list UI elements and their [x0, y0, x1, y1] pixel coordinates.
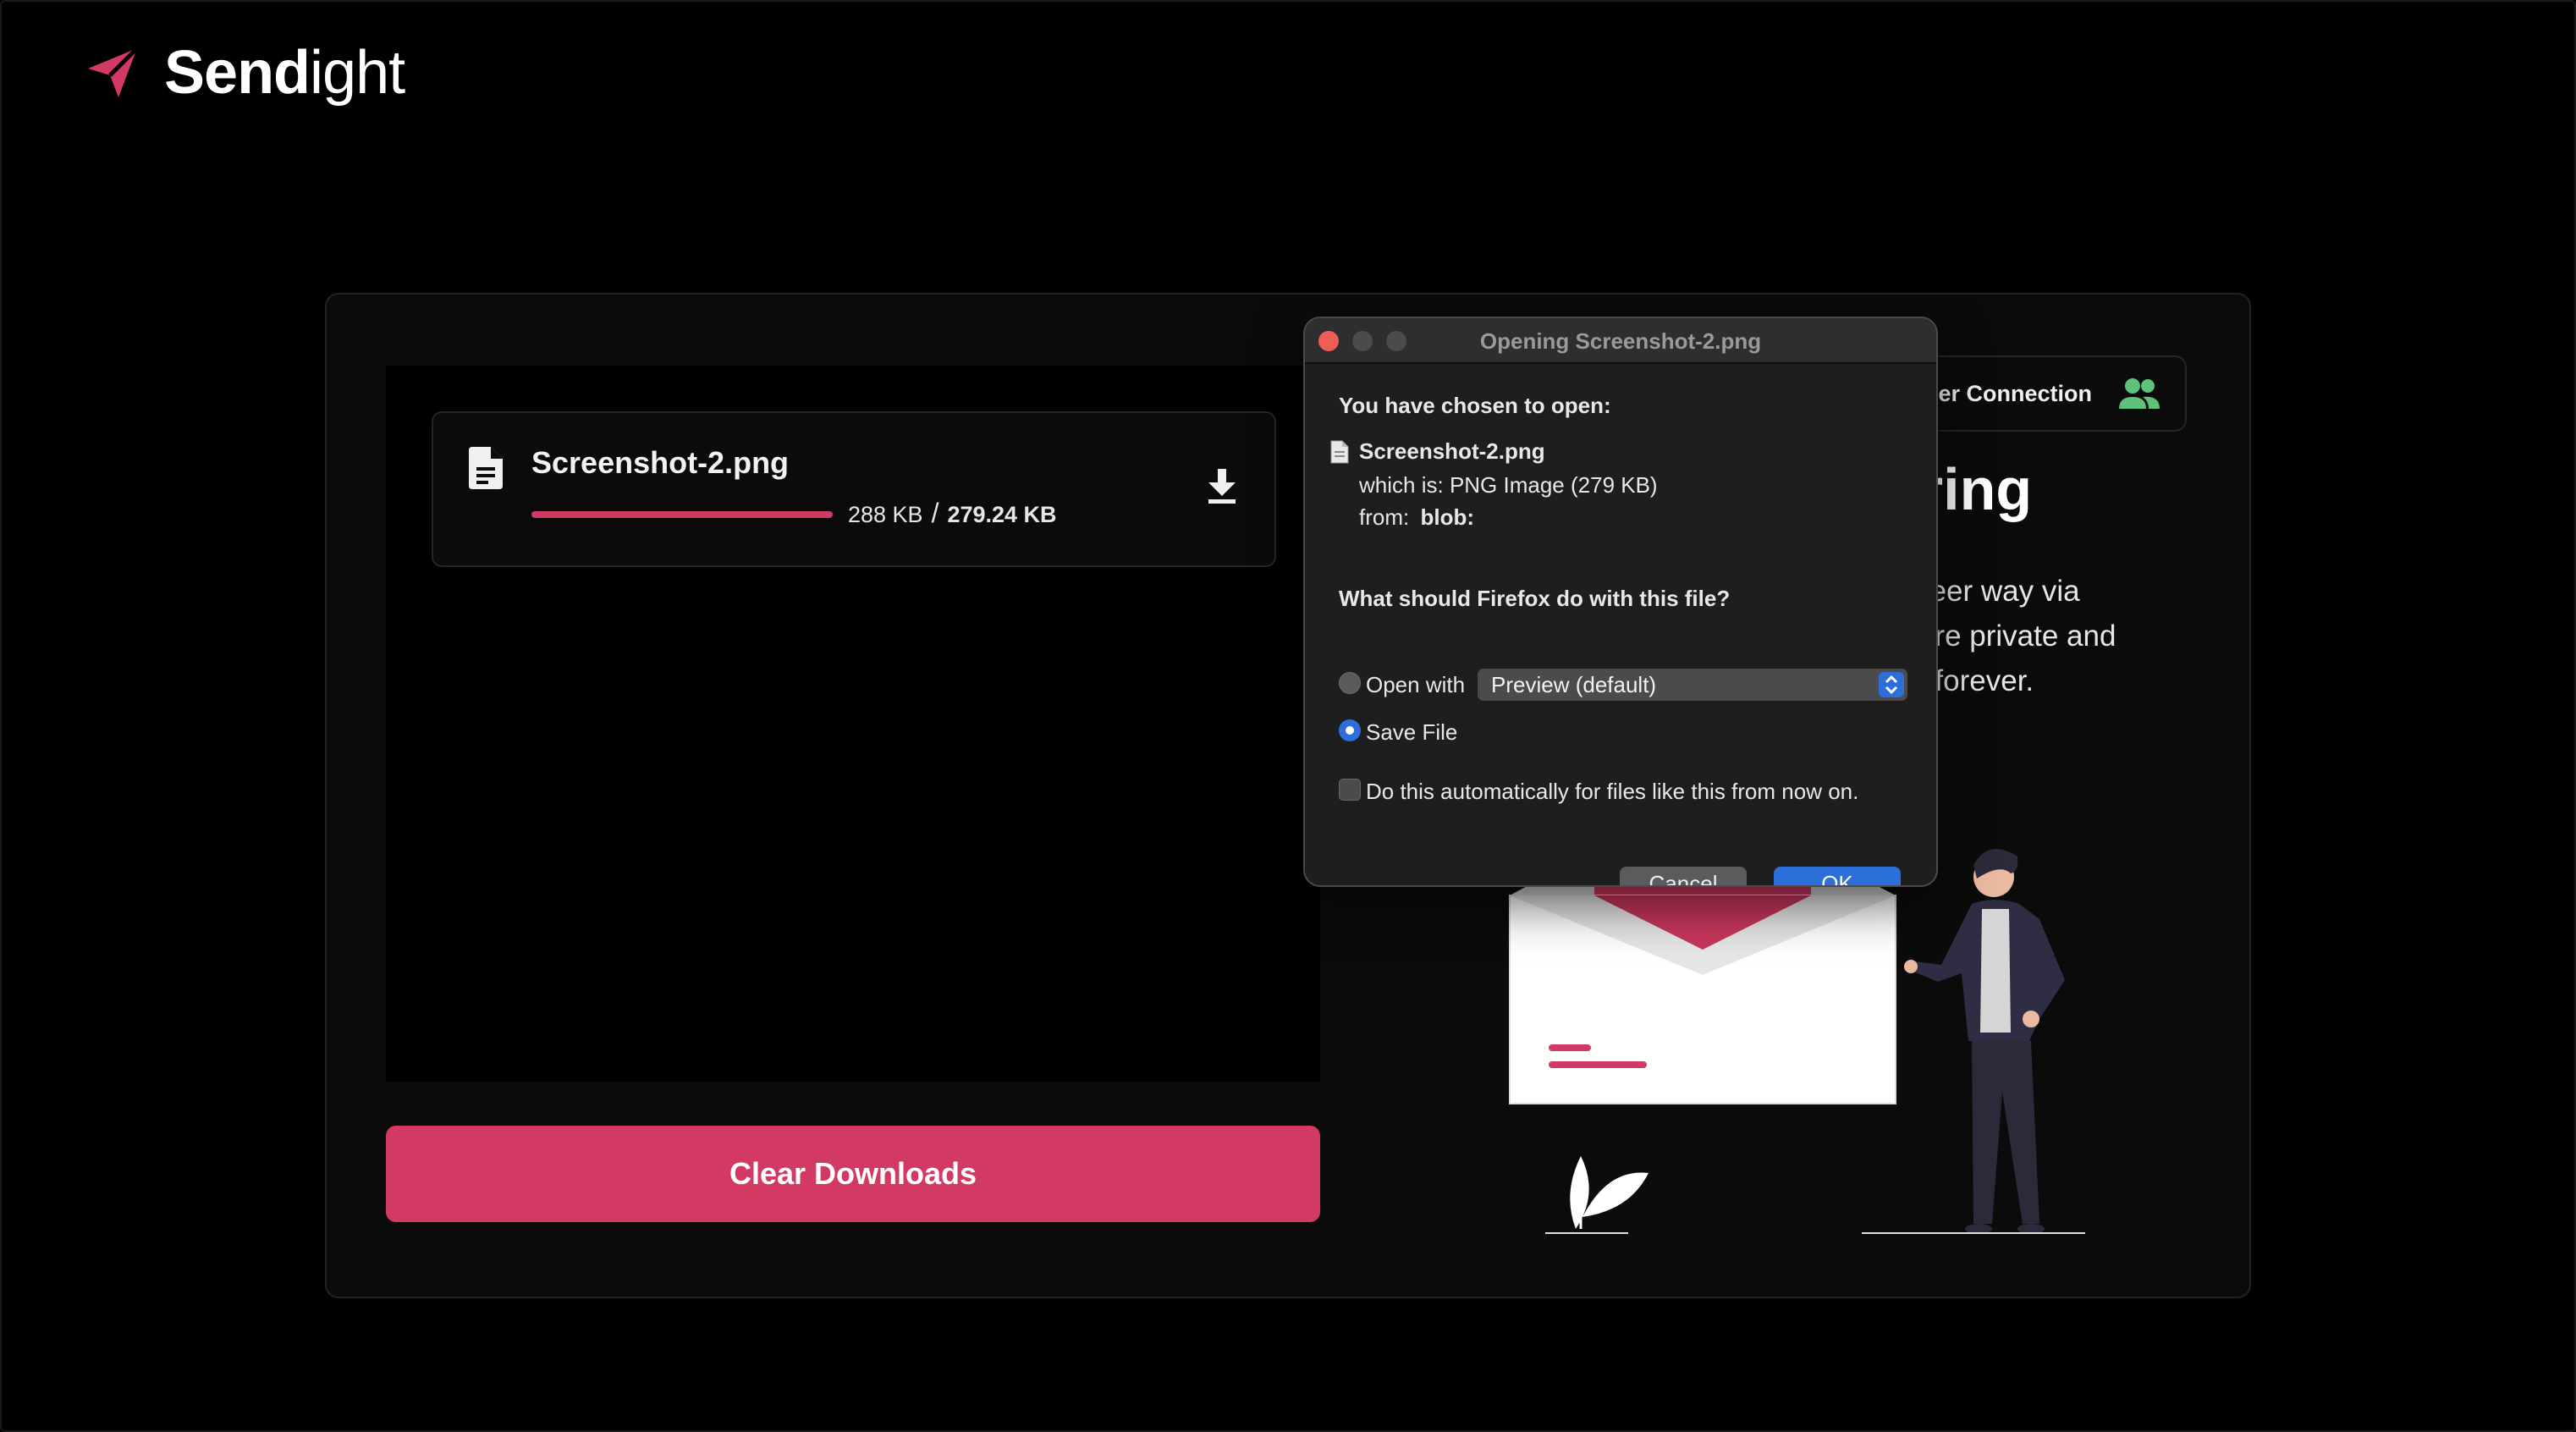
hero-description: o-peer way via share private and ine for… — [1887, 569, 2243, 703]
download-total: 279.24 KB — [947, 502, 1057, 527]
size-separator: / — [931, 498, 939, 528]
save-file-radio[interactable] — [1339, 719, 1361, 741]
download-item: Screenshot-2.png 288 KB / 279.24 KB — [432, 411, 1276, 567]
save-file-label[interactable]: Save File — [1366, 719, 1457, 746]
brand-name: Sendight — [164, 38, 405, 107]
auto-action-checkbox[interactable] — [1339, 779, 1361, 801]
auto-action-label[interactable]: Do this automatically for files like thi… — [1366, 779, 1858, 805]
ok-button[interactable]: OK — [1774, 867, 1901, 885]
download-received: 288 KB — [848, 502, 923, 527]
hero-description-line: share private and — [1887, 620, 2116, 653]
brand-logo[interactable]: Sendight — [85, 37, 405, 108]
file-source-row: from: blob: — [1359, 504, 1474, 531]
open-with-radio[interactable] — [1339, 672, 1361, 694]
open-with-label[interactable]: Open with — [1366, 672, 1465, 698]
which-is-label: which is: — [1359, 472, 1444, 498]
from-value: blob: — [1420, 504, 1474, 530]
people-icon — [2119, 378, 2160, 409]
dialog-title: Opening Screenshot-2.png — [1479, 328, 1762, 354]
download-size: 288 KB / 279.24 KB — [848, 498, 1057, 529]
peer-connection-label: er Connection — [1938, 380, 2092, 406]
dialog-titlebar: Opening Screenshot-2.png — [1305, 318, 1936, 364]
chevron-updown-icon — [1879, 672, 1904, 697]
download-progress-bar — [531, 511, 833, 518]
action-question: What should Firefox do with this file? — [1339, 586, 1731, 611]
open-with-select[interactable]: Preview (default) — [1478, 669, 1907, 701]
brand-name-bold: Send — [164, 39, 311, 107]
chosen-to-open-label: You have chosen to open: — [1339, 393, 1611, 418]
brand-name-light: ight — [310, 39, 405, 107]
file-text-icon — [469, 447, 503, 489]
hero-description-line: ine forever. — [1887, 664, 2034, 697]
paper-plane-icon — [88, 47, 139, 97]
download-file-name: Screenshot-2.png — [531, 445, 790, 480]
dialog-file-name: Screenshot-2.png — [1359, 438, 1545, 464]
envelope-person-illustration — [1509, 838, 2085, 1234]
which-is-value: PNG Image (279 KB) — [1449, 472, 1658, 498]
from-label: from: — [1359, 504, 1410, 530]
open-with-selected-value: Preview (default) — [1491, 672, 1657, 697]
cancel-button[interactable]: Cancel — [1620, 867, 1747, 885]
clear-downloads-button[interactable]: Clear Downloads — [386, 1126, 1320, 1222]
file-icon — [1330, 440, 1349, 464]
hero-description-line: o-peer way via — [1887, 575, 2080, 608]
download-icon[interactable] — [1205, 465, 1239, 508]
open-file-dialog: Opening Screenshot-2.png You have chosen… — [1303, 317, 1938, 887]
file-type-row: which is: PNG Image (279 KB) — [1359, 472, 1658, 498]
